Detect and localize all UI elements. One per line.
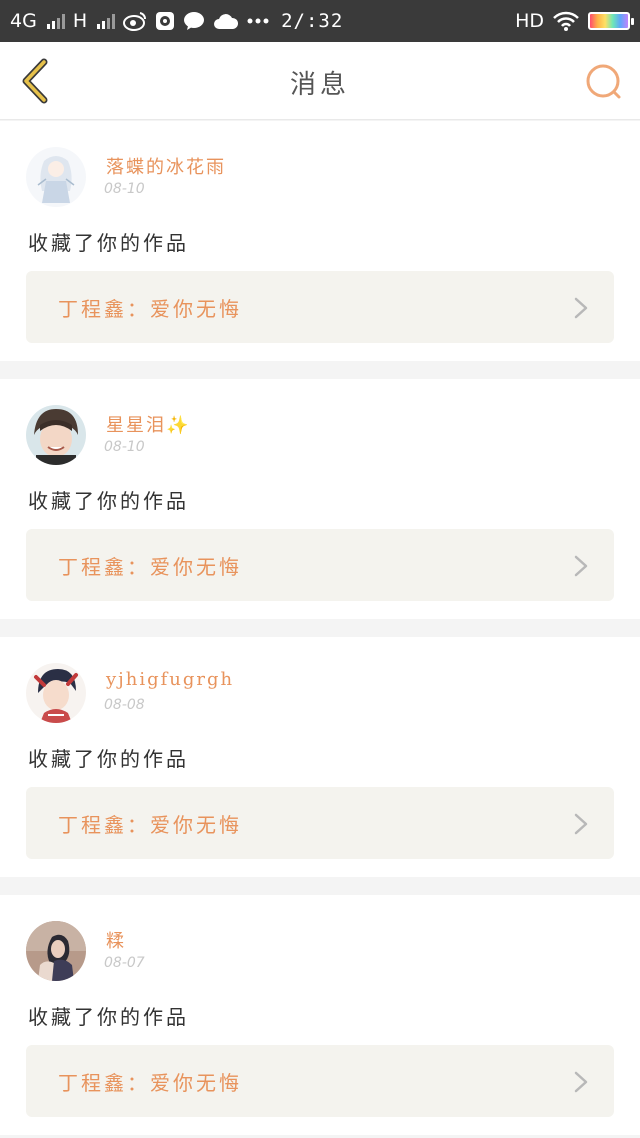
more-icon: [247, 18, 269, 24]
network-label: 4G: [10, 10, 37, 32]
username[interactable]: 星星泪✨: [106, 411, 190, 437]
action-text: 收藏了你的作品: [28, 489, 189, 513]
search-button[interactable]: [584, 62, 624, 102]
action-text: 收藏了你的作品: [28, 231, 189, 255]
username[interactable]: 糅: [106, 927, 126, 953]
avatar[interactable]: [26, 663, 86, 723]
message-list: 落蝶的冰花雨 08-10 收藏了你的作品 丁程鑫：爱你无悔 星星泪✨ 08-10…: [0, 121, 640, 1138]
work-link[interactable]: 丁程鑫：爱你无悔: [26, 1045, 614, 1117]
work-title: 丁程鑫：爱你无悔: [58, 297, 242, 321]
message-date: 08-07: [104, 955, 145, 971]
avatar[interactable]: [26, 405, 86, 465]
nav-bar: 消息: [0, 42, 640, 120]
work-title: 丁程鑫：爱你无悔: [58, 813, 242, 837]
username[interactable]: 落蝶的冰花雨: [106, 153, 226, 179]
battery-icon: [588, 12, 634, 30]
chevron-right-icon: [574, 813, 588, 835]
work-link[interactable]: 丁程鑫：爱你无悔: [26, 271, 614, 343]
message-card: 星星泪✨ 08-10 收藏了你的作品 丁程鑫：爱你无悔: [0, 379, 640, 619]
work-link[interactable]: 丁程鑫：爱你无悔: [26, 529, 614, 601]
clock: 2/:32: [281, 10, 344, 32]
chat-icon: [183, 11, 205, 31]
signal2-icon: [97, 13, 116, 29]
action-text: 收藏了你的作品: [28, 747, 189, 771]
work-link[interactable]: 丁程鑫：爱你无悔: [26, 787, 614, 859]
status-left: 4G H 2/:32: [10, 10, 343, 32]
action-text: 收藏了你的作品: [28, 1005, 189, 1029]
cloud-icon: [213, 12, 239, 30]
signal-icon: [46, 13, 65, 29]
status-right: HD: [515, 10, 634, 32]
page-title: 消息: [289, 70, 350, 100]
message-date: 08-10: [104, 181, 145, 197]
message-card: 糅 08-07 收藏了你的作品 丁程鑫：爱你无悔: [0, 895, 640, 1135]
avatar[interactable]: [26, 147, 86, 207]
hd-label: HD: [515, 10, 544, 32]
message-card: yjhigfugrgh 08-08 收藏了你的作品 丁程鑫：爱你无悔: [0, 637, 640, 877]
app-icon: [155, 11, 175, 31]
search-icon: [586, 64, 621, 99]
weibo-icon: [123, 11, 147, 31]
work-title: 丁程鑫：爱你无悔: [58, 1071, 242, 1095]
chevron-right-icon: [574, 1071, 588, 1093]
chevron-right-icon: [574, 297, 588, 319]
message-date: 08-10: [104, 439, 145, 455]
work-title: 丁程鑫：爱你无悔: [58, 555, 242, 579]
chevron-right-icon: [574, 555, 588, 577]
message-date: 08-08: [104, 697, 145, 713]
network2-label: H: [72, 10, 88, 32]
wifi-icon: [552, 10, 580, 32]
avatar[interactable]: [26, 921, 86, 981]
username[interactable]: yjhigfugrgh: [106, 669, 234, 690]
status-bar: 4G H 2/:32 HD: [0, 0, 640, 42]
message-card: 落蝶的冰花雨 08-10 收藏了你的作品 丁程鑫：爱你无悔: [0, 121, 640, 361]
